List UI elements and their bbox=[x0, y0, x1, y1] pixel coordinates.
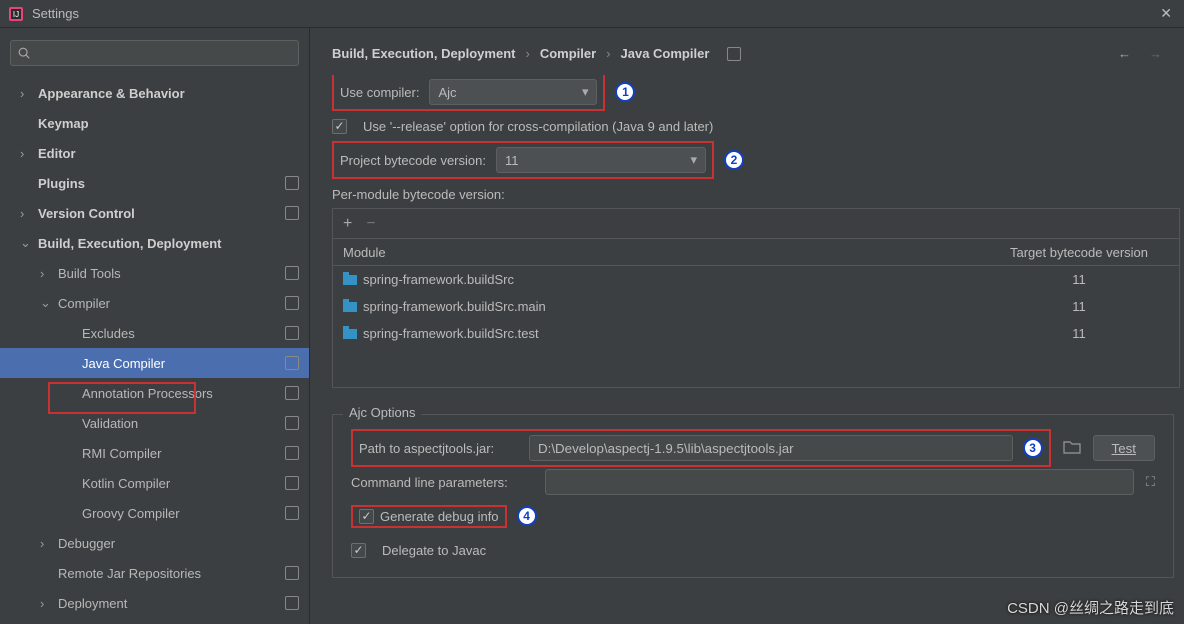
use-compiler-dropdown[interactable]: Ajc ▾ bbox=[429, 79, 597, 105]
col-module: Module bbox=[333, 245, 979, 260]
delegate-label: Delegate to Javac bbox=[382, 543, 486, 558]
expand-icon[interactable]: ⛶ bbox=[1146, 474, 1155, 490]
reset-icon[interactable] bbox=[727, 47, 741, 61]
chevron-down-icon: ▾ bbox=[582, 84, 589, 100]
search-input[interactable] bbox=[10, 40, 299, 66]
tree-compiler[interactable]: ⌄Compiler bbox=[0, 288, 309, 318]
tree-buildtools[interactable]: ›Build Tools bbox=[0, 258, 309, 288]
path-input[interactable] bbox=[529, 435, 1013, 461]
remove-button[interactable]: − bbox=[366, 215, 375, 233]
close-icon[interactable]: ✕ bbox=[1156, 5, 1176, 22]
search-icon bbox=[17, 46, 31, 60]
gutter-icon bbox=[285, 176, 299, 190]
tree-vcs[interactable]: ›Version Control bbox=[0, 198, 309, 228]
bytecode-dropdown[interactable]: 11 ▾ bbox=[496, 147, 706, 173]
tree-keymap[interactable]: ›Keymap bbox=[0, 108, 309, 138]
use-compiler-label: Use compiler: bbox=[340, 85, 419, 100]
cmdline-input[interactable] bbox=[545, 469, 1134, 495]
gutter-icon bbox=[285, 386, 299, 400]
permodule-label: Per-module bytecode version: bbox=[332, 187, 1180, 202]
module-icon bbox=[343, 302, 357, 312]
gutter-icon bbox=[285, 566, 299, 580]
tree-kotlin[interactable]: ›Kotlin Compiler bbox=[0, 468, 309, 498]
gutter-icon bbox=[285, 296, 299, 310]
table-row[interactable]: spring-framework.buildSrc.test 11 bbox=[333, 320, 1179, 347]
gutter-icon bbox=[285, 356, 299, 370]
ajc-legend: Ajc Options bbox=[343, 405, 421, 420]
tree-groovy[interactable]: ›Groovy Compiler bbox=[0, 498, 309, 528]
tree-javacompiler[interactable]: ›Java Compiler bbox=[0, 348, 309, 378]
delegate-checkbox[interactable] bbox=[351, 543, 366, 558]
add-button[interactable]: + bbox=[343, 215, 352, 233]
path-label: Path to aspectjtools.jar: bbox=[359, 441, 519, 456]
module-icon bbox=[343, 275, 357, 285]
test-button[interactable]: Test bbox=[1093, 435, 1155, 461]
callout-3: 3 bbox=[1023, 438, 1043, 458]
debug-checkbox[interactable] bbox=[359, 509, 374, 524]
release-checkbox[interactable] bbox=[332, 119, 347, 134]
gutter-icon bbox=[285, 266, 299, 280]
gutter-icon bbox=[285, 596, 299, 610]
bytecode-table: Module Target bytecode version spring-fr… bbox=[332, 238, 1180, 388]
tree-debugger[interactable]: ›Debugger bbox=[0, 528, 309, 558]
gutter-icon bbox=[285, 416, 299, 430]
cmdline-label: Command line parameters: bbox=[351, 475, 533, 490]
callout-1: 1 bbox=[615, 82, 635, 102]
tree-validation[interactable]: ›Validation bbox=[0, 408, 309, 438]
forward-arrow-icon[interactable]: → bbox=[1149, 46, 1162, 61]
table-row[interactable]: spring-framework.buildSrc 11 bbox=[333, 266, 1179, 293]
release-label: Use '--release' option for cross-compila… bbox=[363, 119, 713, 134]
gutter-icon bbox=[285, 476, 299, 490]
gutter-icon bbox=[285, 326, 299, 340]
tree-excludes[interactable]: ›Excludes bbox=[0, 318, 309, 348]
back-arrow-icon[interactable]: ← bbox=[1118, 46, 1131, 61]
tree-remotejar[interactable]: ›Remote Jar Repositories bbox=[0, 558, 309, 588]
tree-deployment[interactable]: ›Deployment bbox=[0, 588, 309, 618]
settings-tree: ›Appearance & Behavior ›Keymap ›Editor ›… bbox=[0, 78, 309, 624]
tree-editor[interactable]: ›Editor bbox=[0, 138, 309, 168]
folder-icon[interactable] bbox=[1063, 439, 1081, 458]
gutter-icon bbox=[285, 206, 299, 220]
window-title: Settings bbox=[32, 6, 79, 21]
tree-appearance[interactable]: ›Appearance & Behavior bbox=[0, 78, 309, 108]
watermark: CSDN @丝绸之路走到底 bbox=[1007, 597, 1174, 618]
callout-4: 4 bbox=[517, 506, 537, 526]
breadcrumb: Build, Execution, Deployment › Compiler … bbox=[332, 46, 741, 61]
tree-annotation[interactable]: ›Annotation Processors bbox=[0, 378, 309, 408]
col-target: Target bytecode version bbox=[979, 245, 1179, 260]
tree-plugins[interactable]: ›Plugins bbox=[0, 168, 309, 198]
svg-text:IJ: IJ bbox=[13, 10, 19, 19]
debug-label: Generate debug info bbox=[380, 509, 499, 524]
chevron-down-icon: ▾ bbox=[690, 152, 697, 168]
tree-bed[interactable]: ⌄Build, Execution, Deployment bbox=[0, 228, 309, 258]
gutter-icon bbox=[285, 506, 299, 520]
app-icon: IJ bbox=[8, 6, 24, 22]
table-row[interactable]: spring-framework.buildSrc.main 11 bbox=[333, 293, 1179, 320]
module-icon bbox=[343, 329, 357, 339]
tree-rmi[interactable]: ›RMI Compiler bbox=[0, 438, 309, 468]
gutter-icon bbox=[285, 446, 299, 460]
bytecode-label: Project bytecode version: bbox=[340, 153, 486, 168]
callout-2: 2 bbox=[724, 150, 744, 170]
